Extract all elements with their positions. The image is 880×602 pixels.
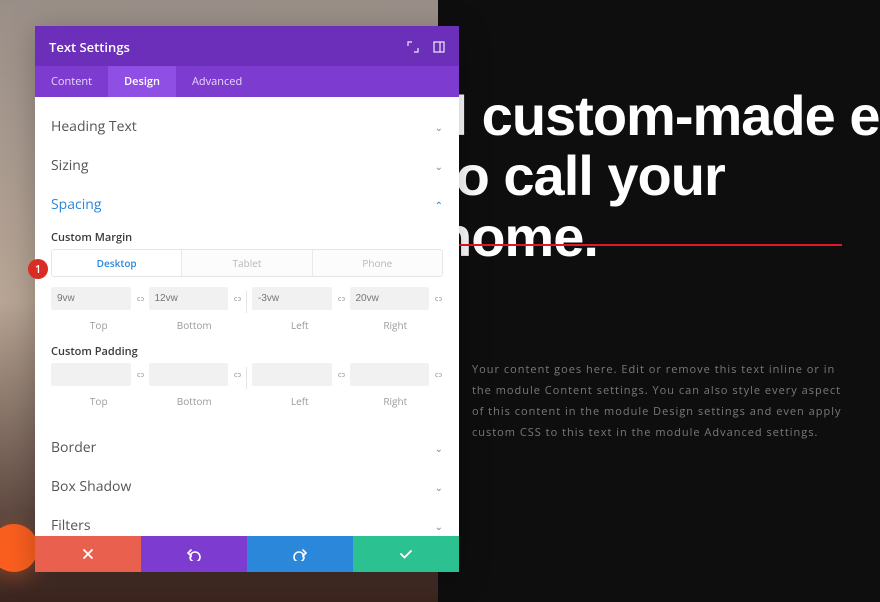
padding-top-input[interactable] [51, 363, 131, 386]
tab-content[interactable]: Content [35, 66, 108, 97]
label-left: Left [252, 394, 348, 408]
hero-heading: il custom-made e to call your home. [438, 86, 880, 267]
label-bottom: Bottom [147, 394, 243, 408]
link-icon[interactable] [336, 370, 346, 380]
device-tab-desktop[interactable]: Desktop [52, 250, 181, 276]
section-box-shadow[interactable]: Box Shadow ⌄ [35, 467, 459, 506]
chevron-down-icon: ⌄ [435, 441, 443, 455]
margin-bottom-input[interactable] [149, 287, 229, 310]
chevron-down-icon: ⌄ [435, 159, 443, 173]
margin-right-input[interactable] [350, 287, 430, 310]
padding-grid [51, 363, 443, 386]
link-icon[interactable] [433, 294, 443, 304]
section-filters[interactable]: Filters ⌄ [35, 506, 459, 536]
section-label: Spacing [51, 195, 101, 214]
panel-header[interactable]: Text Settings [35, 26, 459, 66]
cancel-button[interactable] [35, 536, 141, 572]
section-border[interactable]: Border ⌄ [35, 428, 459, 467]
link-icon[interactable] [135, 294, 145, 304]
padding-bottom-input[interactable] [149, 363, 229, 386]
section-label: Filters [51, 516, 91, 535]
tabs-bar: Content Design Advanced [35, 66, 459, 97]
custom-padding-label: Custom Padding [51, 344, 443, 359]
section-sizing[interactable]: Sizing ⌄ [35, 146, 459, 185]
check-icon [399, 547, 413, 561]
layout-icon[interactable] [433, 41, 445, 53]
chevron-down-icon: ⌄ [435, 519, 443, 533]
section-label: Heading Text [51, 117, 137, 136]
spacing-subsection: Custom Margin Desktop Tablet Phone [35, 230, 459, 416]
device-tabs: Desktop Tablet Phone [51, 249, 443, 277]
tab-advanced[interactable]: Advanced [176, 66, 258, 97]
chevron-down-icon: ⌄ [435, 480, 443, 494]
background-content: il custom-made e to call your home. [438, 0, 880, 602]
label-top: Top [51, 318, 147, 332]
panel-body: Heading Text ⌄ Sizing ⌄ Spacing ⌃ Custom… [35, 97, 459, 536]
margin-top-input[interactable] [51, 287, 131, 310]
redo-button[interactable] [247, 536, 353, 572]
link-icon[interactable] [232, 294, 242, 304]
close-icon [82, 548, 94, 560]
padding-right-input[interactable] [350, 363, 430, 386]
section-label: Sizing [51, 156, 89, 175]
panel-footer [35, 536, 459, 572]
label-right: Right [348, 394, 444, 408]
step-badge: 1 [28, 259, 48, 279]
section-label: Border [51, 438, 96, 457]
margin-left-input[interactable] [252, 287, 332, 310]
chevron-up-icon: ⌃ [435, 198, 443, 212]
section-label: Box Shadow [51, 477, 131, 496]
chevron-down-icon: ⌄ [435, 120, 443, 134]
label-bottom: Bottom [147, 318, 243, 332]
undo-icon [187, 547, 201, 561]
expand-icon[interactable] [407, 41, 419, 53]
label-right: Right [348, 318, 444, 332]
section-heading-text[interactable]: Heading Text ⌄ [35, 107, 459, 146]
redo-icon [293, 547, 307, 561]
custom-margin-label: Custom Margin [51, 230, 443, 245]
label-top: Top [51, 394, 147, 408]
panel-title: Text Settings [49, 38, 130, 56]
device-tab-phone[interactable]: Phone [312, 250, 442, 276]
text-settings-panel: Text Settings Content Design Advanced He… [35, 26, 459, 572]
padding-left-input[interactable] [252, 363, 332, 386]
body-text: Your content goes here. Edit or remove t… [472, 360, 842, 444]
link-icon[interactable] [433, 370, 443, 380]
save-button[interactable] [353, 536, 459, 572]
link-icon[interactable] [135, 370, 145, 380]
link-icon[interactable] [336, 294, 346, 304]
section-spacing[interactable]: Spacing ⌃ [35, 185, 459, 224]
label-left: Left [252, 318, 348, 332]
tab-design[interactable]: Design [108, 66, 176, 97]
device-tab-tablet[interactable]: Tablet [181, 250, 311, 276]
floating-action-button[interactable] [0, 524, 38, 572]
margin-grid [51, 287, 443, 310]
undo-button[interactable] [141, 536, 247, 572]
link-icon[interactable] [232, 370, 242, 380]
divider-line [442, 244, 842, 246]
